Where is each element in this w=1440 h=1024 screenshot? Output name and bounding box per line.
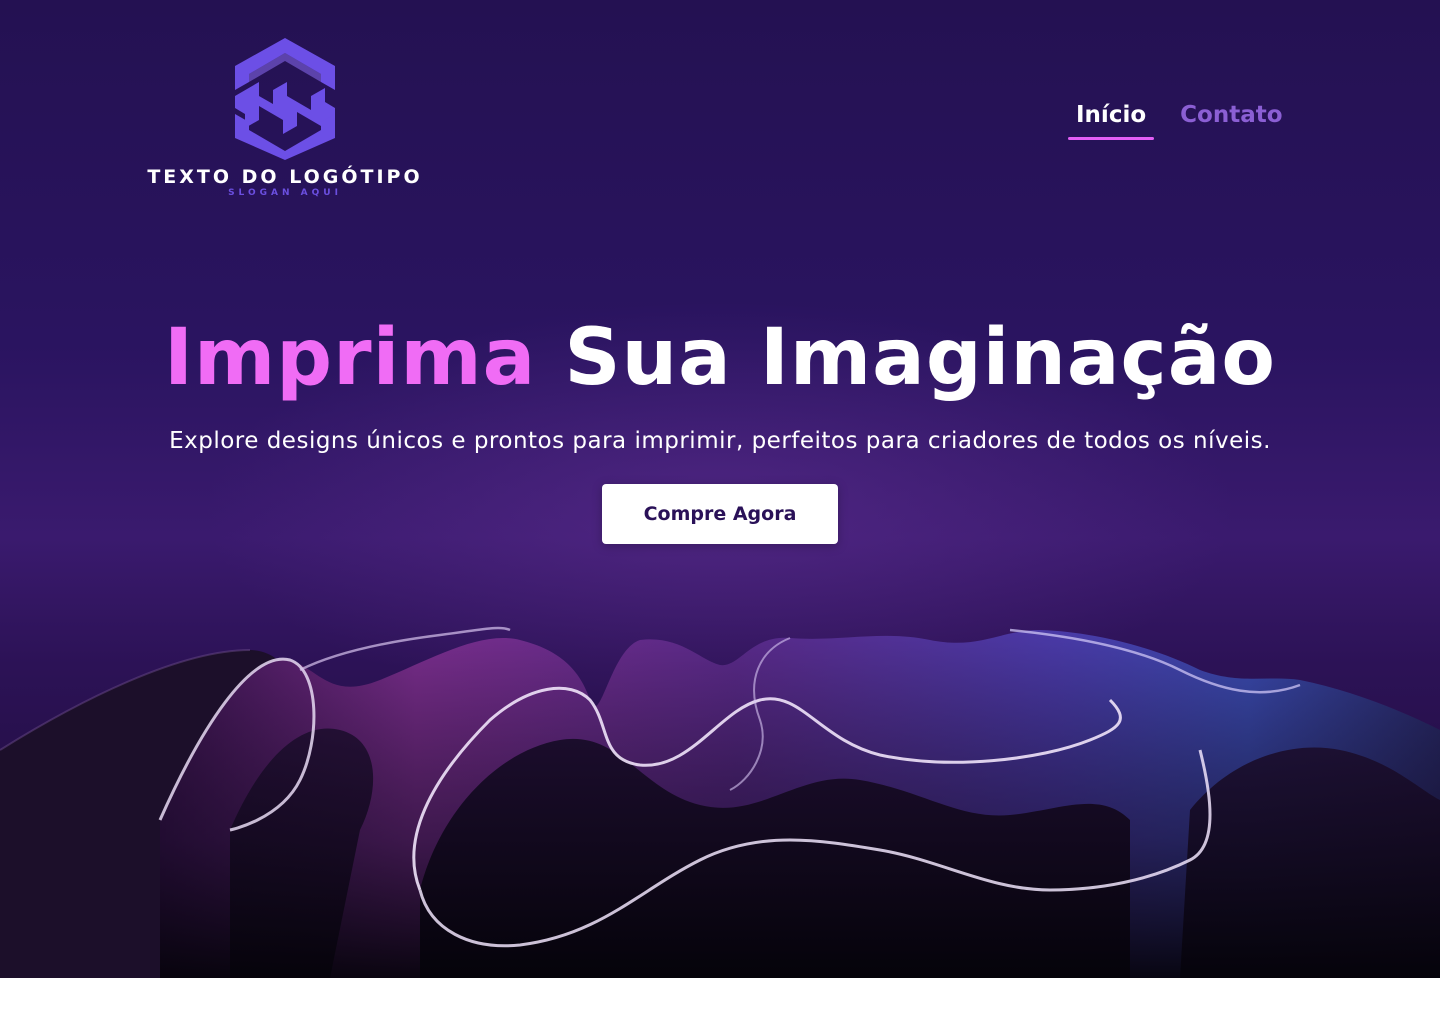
brand-logo[interactable]: TEXTO DO LOGÓTIPO SLOGAN AQUI [140,38,430,198]
logo-slogan: SLOGAN AQUI [228,188,342,198]
hero-subtitle: Explore designs únicos e prontos para im… [169,428,1271,454]
nav-link-label: Início [1076,102,1147,128]
main-nav: Início Contato [1068,100,1291,140]
logo-mark-icon [235,38,335,160]
active-nav-underline [1068,137,1155,140]
logo-text: TEXTO DO LOGÓTIPO [147,166,423,188]
nav-link-label: Contato [1180,102,1283,128]
headline-accent: Imprima [163,313,537,403]
hero-headline: Imprima Sua Imaginação [0,313,1440,403]
nav-link-contato[interactable]: Contato [1172,100,1290,140]
abstract-ribbon-illustration [0,626,1440,978]
hero-section: TEXTO DO LOGÓTIPO SLOGAN AQUI Início Con… [0,0,1440,978]
buy-now-button[interactable]: Compre Agora [602,484,838,544]
nav-link-inicio[interactable]: Início [1068,100,1155,140]
headline-main: Sua Imaginação [564,313,1277,403]
